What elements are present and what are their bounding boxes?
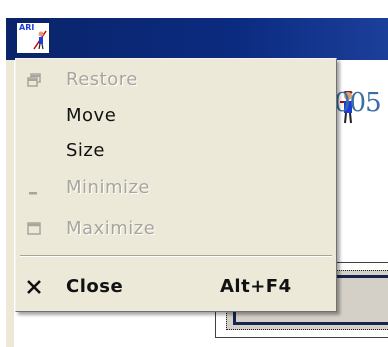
menu-item-size[interactable]: Size [16, 136, 336, 166]
menu-item-label: Move [66, 105, 117, 126]
menu-item-label: Minimize [66, 177, 150, 198]
menu-item-restore[interactable]: Restore [16, 65, 336, 95]
menu-item-minimize[interactable]: Minimize [16, 173, 336, 203]
system-menu: Restore Move Size Minimize Maximize Clos… [15, 58, 337, 312]
person-figure-icon [33, 30, 47, 50]
window-titlebar[interactable] [6, 18, 388, 60]
menu-separator [20, 255, 332, 257]
application-window: ARI 005 An Res [0, 0, 388, 347]
menu-item-maximize[interactable]: Maximize [16, 214, 336, 244]
menu-item-move[interactable]: Move [16, 101, 336, 131]
minimize-window-icon [29, 192, 37, 195]
close-x-icon [27, 280, 41, 294]
client-left-border [6, 60, 14, 347]
year-text: 005 [334, 88, 382, 118]
menu-item-label: Restore [66, 69, 138, 90]
shortcut-label: Alt+F4 [220, 276, 292, 297]
restore-window-icon [27, 73, 41, 87]
maximize-window-icon [27, 222, 41, 235]
app-icon[interactable]: ARI [16, 22, 50, 54]
menu-item-close[interactable]: Close Alt+F4 [16, 272, 336, 302]
menu-item-label: Maximize [66, 218, 156, 239]
menu-item-label: Size [66, 140, 105, 161]
menu-item-label: Close [66, 276, 124, 297]
